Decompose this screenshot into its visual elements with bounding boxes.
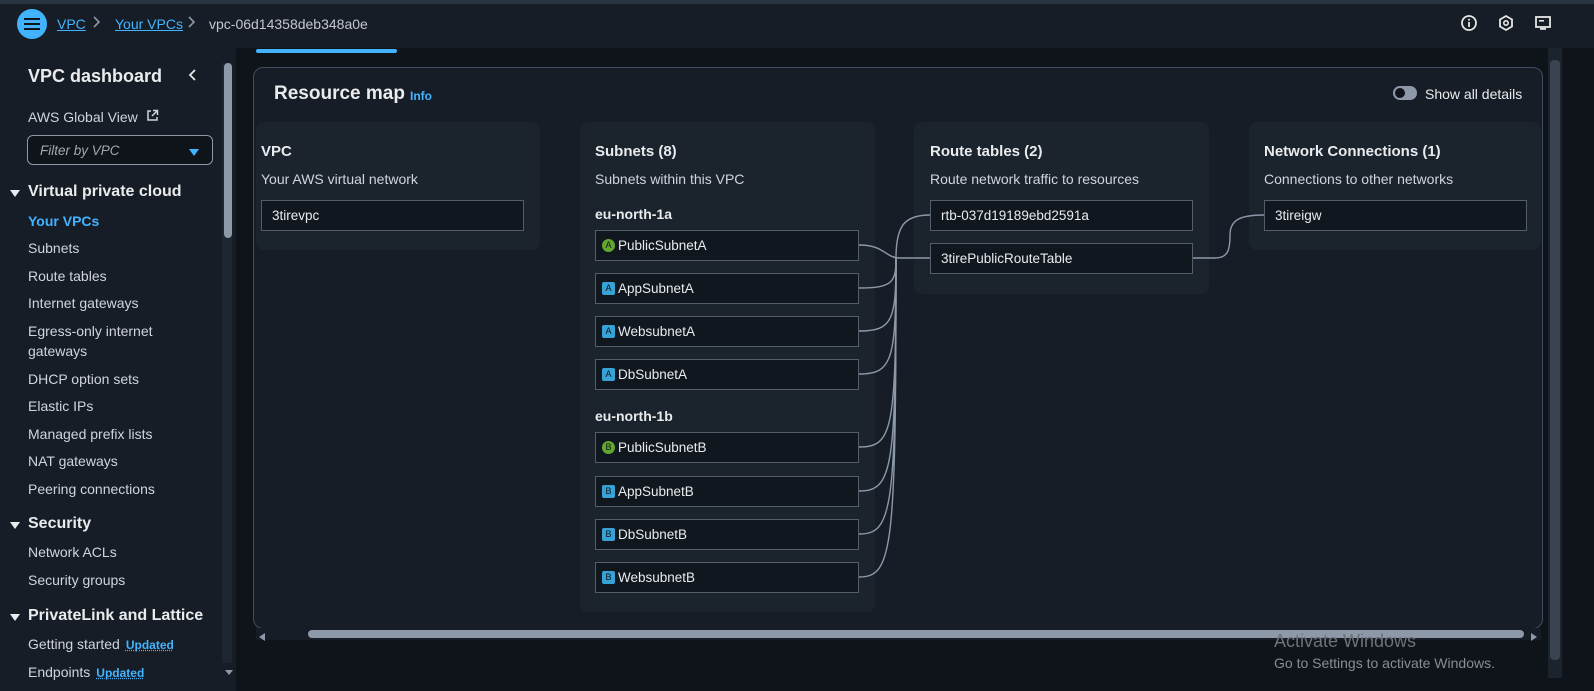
scroll-left-arrow-icon[interactable] [258,629,266,647]
page-scrollbar-thumb[interactable] [1550,60,1560,660]
activate-windows-title: Activate Windows [1274,631,1417,651]
connector-lines [858,214,1265,578]
activate-windows-sub: Go to Settings to activate Windows. [1274,655,1495,671]
scroll-right-arrow-icon[interactable] [1530,629,1538,647]
